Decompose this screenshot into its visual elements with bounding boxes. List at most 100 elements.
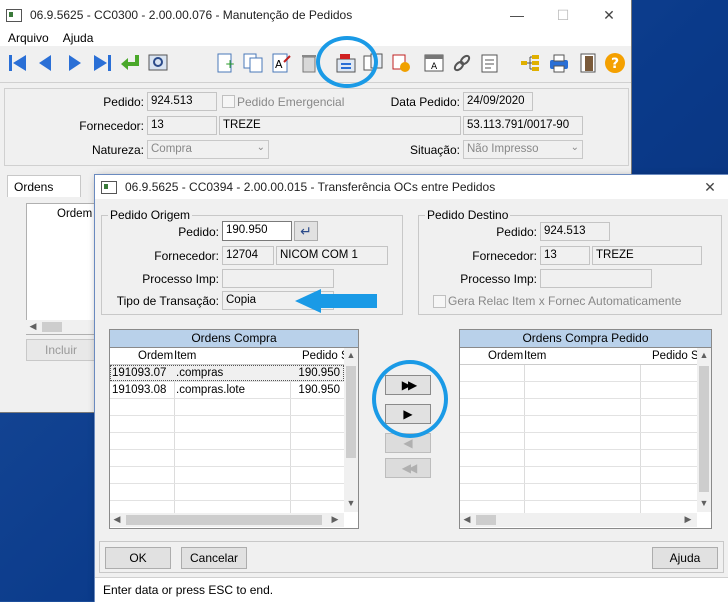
ok-button[interactable]: OK: [105, 547, 171, 569]
row-line: [110, 415, 344, 416]
last-record-icon[interactable]: [90, 51, 114, 75]
scroll-thumb[interactable]: [699, 366, 709, 492]
scroll-thumb[interactable]: [476, 515, 496, 525]
row-line: [460, 432, 697, 433]
fornecedor-label: Fornecedor:: [79, 119, 144, 133]
status-text: Enter data or press ESC to end.: [103, 583, 274, 597]
go-to-icon[interactable]: [118, 51, 142, 75]
row-line: [460, 398, 697, 399]
scroll-thumb[interactable]: [126, 515, 322, 525]
scroll-left-icon[interactable]: ◀: [26, 321, 40, 332]
previous-record-icon[interactable]: [34, 51, 58, 75]
ordens-compra-vscroll[interactable]: ▲ ▼: [344, 348, 358, 512]
row-pedido: 190.950: [298, 367, 340, 379]
status-bar: Enter data or press ESC to end.: [95, 577, 728, 602]
fornecedor-code-field[interactable]: 13: [147, 116, 217, 135]
scroll-down-icon[interactable]: ▼: [697, 498, 711, 508]
new-record-icon[interactable]: +: [213, 51, 237, 75]
minimize-icon[interactable]: —: [494, 0, 540, 30]
destino-pedido-label: Pedido:: [496, 225, 537, 239]
ordens-compra-pedido-header: Ordem Item Pedido S: [460, 348, 711, 365]
natureza-label: Natureza:: [91, 143, 144, 157]
main-grid-hscroll[interactable]: ◀: [26, 320, 98, 334]
incluir-button[interactable]: Incluir: [26, 339, 96, 361]
row-line: [110, 500, 344, 501]
destino-fornecedor-code: 13: [540, 246, 590, 265]
menu-arquivo[interactable]: Arquivo: [8, 31, 49, 45]
next-record-icon[interactable]: [62, 51, 86, 75]
ordens-compra-hscroll[interactable]: ◀ ▶: [110, 513, 344, 527]
ordens-compra-caption: Ordens Compra: [110, 330, 358, 348]
origem-fornecedor-label: Fornecedor:: [154, 249, 219, 263]
table-row[interactable]: 191093.08 .compras.lote 190.950: [110, 382, 344, 398]
scroll-thumb[interactable]: [42, 322, 62, 332]
move-all-left-button[interactable]: ◀◀: [385, 458, 431, 478]
col-divider: [524, 365, 525, 527]
approval-icon[interactable]: [389, 51, 413, 75]
ajuda-button[interactable]: Ajuda: [652, 547, 718, 569]
confirm-pedido-button[interactable]: ↵: [294, 221, 318, 241]
dialog-app-icon: [101, 180, 117, 194]
notes-icon[interactable]: [478, 51, 502, 75]
pedido-origem-title: Pedido Origem: [108, 208, 193, 222]
scroll-right-icon[interactable]: ▶: [681, 514, 695, 525]
row-line: [460, 500, 697, 501]
ordens-compra-pedido-hscroll[interactable]: ◀ ▶: [460, 513, 697, 527]
cancelar-button[interactable]: Cancelar: [181, 547, 247, 569]
scroll-up-icon[interactable]: ▲: [344, 350, 358, 360]
data-pedido-field[interactable]: 24/09/2020: [463, 92, 533, 111]
ordens-compra-pedido-vscroll[interactable]: ▲ ▼: [697, 348, 711, 512]
main-col-ordem: Ordem I: [57, 208, 98, 220]
svg-text:+: +: [225, 57, 235, 71]
row-line: [110, 466, 344, 467]
highlight-circle: [316, 36, 378, 88]
scroll-down-icon[interactable]: ▼: [344, 498, 358, 508]
pedido-emergencial-checkbox[interactable]: [222, 95, 235, 108]
print-icon[interactable]: [547, 51, 571, 75]
situacao-select[interactable]: Não Impresso ⌄: [463, 140, 583, 159]
app-icon: [6, 8, 22, 22]
row-line: [110, 449, 344, 450]
copy-record-icon[interactable]: [241, 51, 265, 75]
scroll-up-icon[interactable]: ▲: [697, 350, 711, 360]
origem-pedido-label: Pedido:: [178, 225, 219, 239]
transfer-dialog: 06.9.5625 - CC0394 - 2.00.00.015 - Trans…: [95, 175, 728, 602]
gera-relac-label: Gera Relac Item x Fornec Automaticamente: [448, 294, 682, 308]
destino-processo-label: Processo Imp:: [460, 272, 537, 286]
dialog-close-icon[interactable]: ✕: [692, 175, 728, 199]
gera-relac-checkbox[interactable]: [433, 295, 446, 308]
scroll-thumb[interactable]: [346, 366, 356, 458]
close-icon[interactable]: ✕: [586, 0, 632, 30]
scroll-left-icon[interactable]: ◀: [460, 514, 474, 525]
row-line: [110, 432, 344, 433]
tab-ordens-label: Ordens: [14, 179, 54, 194]
row-pedido: 190.950: [298, 384, 340, 396]
scroll-right-icon[interactable]: ▶: [328, 514, 342, 525]
calendar-icon[interactable]: A: [422, 51, 446, 75]
col-pedido: Pedido S: [302, 350, 344, 362]
ordens-compra-pedido-caption: Ordens Compra Pedido: [460, 330, 711, 348]
menu-ajuda[interactable]: Ajuda: [63, 31, 94, 45]
edit-record-icon[interactable]: A: [269, 51, 293, 75]
search-icon[interactable]: [146, 51, 170, 75]
scroll-left-icon[interactable]: ◀: [110, 514, 124, 525]
help-icon[interactable]: ?: [603, 51, 627, 75]
link-icon[interactable]: [450, 51, 474, 75]
svg-text:A: A: [275, 58, 283, 71]
tree-icon[interactable]: [518, 51, 542, 75]
tab-ordens[interactable]: Ordens: [7, 175, 81, 197]
first-record-icon[interactable]: [6, 51, 30, 75]
pedido-label: Pedido:: [103, 95, 144, 109]
cnpj-field: 53.113.791/0017-90: [463, 116, 583, 135]
exit-icon[interactable]: [576, 51, 600, 75]
table-row[interactable]: 191093.07 .compras 190.950: [110, 365, 344, 381]
highlight-circle: [372, 360, 448, 438]
dialog-title-bar: 06.9.5625 - CC0394 - 2.00.00.015 - Trans…: [95, 175, 728, 199]
ordens-compra-grid: Ordens Compra Ordem Item Pedido S 191093…: [109, 329, 359, 529]
maximize-icon[interactable]: ☐: [540, 0, 586, 30]
destino-fornecedor-label: Fornecedor:: [472, 249, 537, 263]
pedido-field[interactable]: 924.513: [147, 92, 217, 111]
menu-bar: Arquivo Ajuda: [0, 30, 631, 46]
natureza-select[interactable]: Compra ⌄: [147, 140, 269, 159]
origem-pedido-input[interactable]: 190.950: [222, 221, 292, 241]
